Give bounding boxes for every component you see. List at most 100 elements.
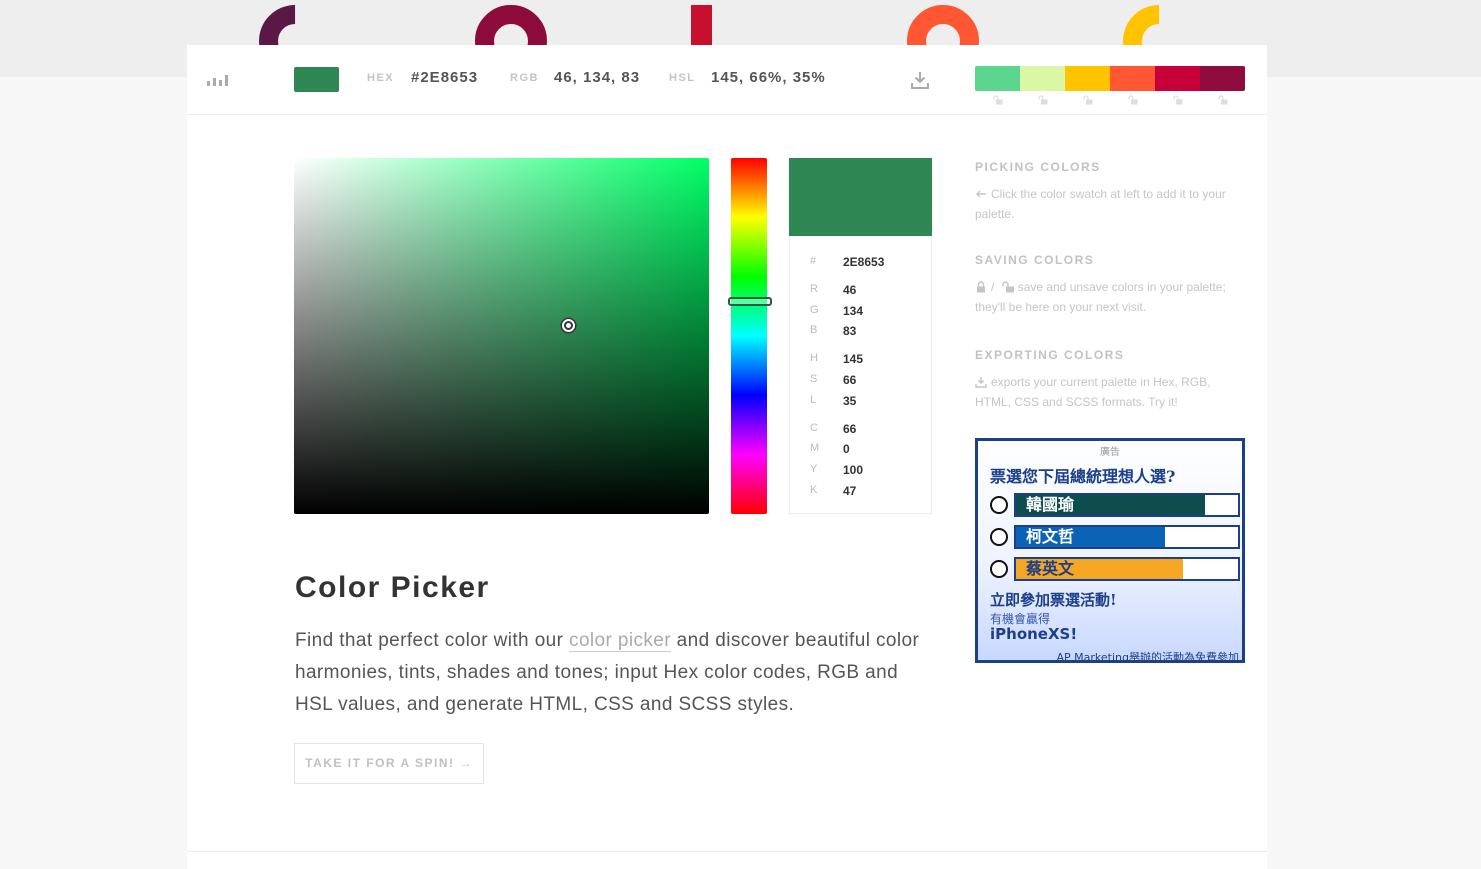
palette-lock[interactable] — [1200, 95, 1245, 107]
unlock-icon — [1001, 281, 1014, 293]
lock-icon — [977, 281, 985, 293]
value-key: B — [810, 324, 818, 336]
palette-lock[interactable] — [1065, 95, 1110, 107]
value-key: S — [810, 373, 818, 385]
download-icon[interactable] — [909, 69, 931, 91]
poll-bar: 蔡英文 — [1014, 557, 1240, 581]
unlock-icon[interactable] — [1127, 95, 1138, 105]
color-values-panel: # 2E8653 R 46 G 134 B 83 H 145 S 66 L 35 C 66 M 0 Y 100 K 4… — [789, 236, 932, 514]
saving-text: / save and unsave colors in your palette… — [975, 277, 1245, 317]
value-number[interactable]: 46 — [843, 283, 856, 297]
palette — [975, 66, 1245, 91]
poll-option-label: 柯文哲 — [1026, 527, 1075, 546]
value-number[interactable]: 134 — [843, 304, 863, 318]
unlock-icon[interactable] — [1037, 95, 1048, 105]
hsl-value[interactable]: 145, 66%, 35% — [711, 69, 826, 86]
rgb-label: RGB — [510, 72, 539, 84]
rgb-value[interactable]: 46, 134, 83 — [554, 69, 640, 86]
value-number[interactable]: 145 — [843, 352, 863, 366]
value-number[interactable]: 66 — [843, 373, 856, 387]
value-key: L — [810, 394, 817, 406]
value-number[interactable]: 66 — [843, 422, 856, 436]
color-picker-handle[interactable] — [561, 319, 575, 333]
help-picking: PICKING COLORS Click the color swatch at… — [975, 160, 1245, 224]
value-number[interactable]: 47 — [843, 484, 856, 498]
poll-bar: 柯文哲 — [1014, 525, 1240, 549]
palette-swatch[interactable] — [1020, 66, 1065, 91]
hue-slider[interactable] — [728, 158, 772, 514]
unlock-icon[interactable] — [1217, 95, 1228, 105]
value-key: M — [810, 442, 820, 454]
poll-option[interactable]: 蔡英文 — [990, 557, 1240, 581]
unlock-icon[interactable] — [1082, 95, 1093, 105]
value-number[interactable]: 35 — [843, 394, 856, 408]
palette-swatch[interactable] — [1155, 66, 1200, 91]
ad-footer-link[interactable]: AP Marketing舉辦的活動為免費參加 — [1057, 649, 1239, 660]
ad-cta[interactable]: 立即參加票選活動! — [990, 589, 1117, 610]
palette-swatch[interactable] — [1110, 66, 1155, 91]
page-title: Color Picker — [295, 571, 490, 604]
palette-locks — [975, 95, 1245, 107]
value-number[interactable]: 83 — [843, 324, 856, 338]
saving-separator: / — [991, 280, 995, 294]
poll-radio[interactable] — [990, 496, 1008, 514]
poll-option[interactable]: 柯文哲 — [990, 525, 1240, 549]
color-preview-swatch[interactable] — [789, 158, 932, 236]
unlock-icon[interactable] — [992, 95, 1003, 105]
poll-option-label: 蔡英文 — [1026, 559, 1075, 578]
value-key: G — [810, 304, 819, 316]
palette-lock[interactable] — [975, 95, 1020, 107]
value-key: H — [810, 352, 818, 364]
saving-title: SAVING COLORS — [975, 253, 1095, 267]
help-saving: SAVING COLORS / save and unsave colors i… — [975, 253, 1245, 317]
value-key: K — [810, 484, 818, 496]
divider — [187, 851, 1267, 852]
exporting-title: EXPORTING COLORS — [975, 348, 1125, 362]
picking-text-content: Click the color swatch at left to add it… — [975, 187, 1226, 221]
help-exporting: EXPORTING COLORS exports your current pa… — [975, 348, 1245, 412]
palette-swatch[interactable] — [975, 66, 1020, 91]
poll-option[interactable]: 韓國瑜 — [990, 493, 1240, 517]
value-number[interactable]: 100 — [843, 463, 863, 477]
hue-slider-handle[interactable] — [728, 297, 772, 307]
value-number[interactable]: 0 — [843, 442, 850, 456]
toolbar: HEX #2E8653 RGB 46, 134, 83 HSL 145, 66%… — [187, 45, 1267, 115]
hex-label: HEX — [367, 72, 395, 84]
poll-radio[interactable] — [990, 528, 1008, 546]
advertisement[interactable]: 廣告 票選您下屆總統理想人選? 韓國瑜 柯文哲 蔡英文 立即參加票選活動! 有機會贏… — [975, 438, 1245, 663]
saturation-value-area[interactable] — [294, 158, 709, 514]
color-picker-link[interactable]: color picker — [569, 630, 671, 652]
palette-lock[interactable] — [1155, 95, 1200, 107]
picking-title: PICKING COLORS — [975, 160, 1101, 174]
picking-text: Click the color swatch at left to add it… — [975, 184, 1245, 224]
palette-swatch[interactable] — [1200, 66, 1245, 91]
ad-question: 票選您下屆總統理想人選? — [990, 467, 1176, 486]
ad-prize: iPhoneXS! — [990, 625, 1078, 643]
download-icon — [975, 377, 987, 388]
poll-bar: 韓國瑜 — [1014, 493, 1240, 517]
desc-text-1: Find that perfect color with our — [295, 630, 570, 651]
hex-value[interactable]: #2E8653 — [411, 69, 478, 86]
poll-option-label: 韓國瑜 — [1026, 495, 1075, 514]
arrow-left-icon — [976, 190, 986, 198]
hash-key: # — [810, 255, 817, 267]
palette-swatch[interactable] — [1065, 66, 1110, 91]
value-key: Y — [810, 463, 818, 475]
palette-lock[interactable] — [1110, 95, 1155, 107]
exporting-text: exports your current palette in Hex, RGB… — [975, 372, 1245, 412]
hex-code[interactable]: 2E8653 — [843, 255, 884, 269]
value-key: C — [810, 422, 818, 434]
unlock-icon[interactable] — [1172, 95, 1183, 105]
main-card: HEX #2E8653 RGB 46, 134, 83 HSL 145, 66%… — [187, 45, 1267, 869]
page-description: Find that perfect color with our color p… — [295, 625, 935, 721]
take-it-for-a-spin-button[interactable]: TAKE IT FOR A SPIN! → — [294, 743, 484, 784]
current-color-swatch[interactable] — [294, 67, 339, 92]
exporting-text-content: exports your current palette in Hex, RGB… — [975, 375, 1211, 409]
poll-radio[interactable] — [990, 560, 1008, 578]
ad-tag: 廣告 — [1100, 447, 1120, 458]
bar-chart-icon[interactable] — [207, 72, 231, 86]
hsl-label: HSL — [669, 72, 696, 84]
decor-bar-3 — [691, 5, 712, 45]
palette-lock[interactable] — [1020, 95, 1065, 107]
value-key: R — [810, 283, 818, 295]
